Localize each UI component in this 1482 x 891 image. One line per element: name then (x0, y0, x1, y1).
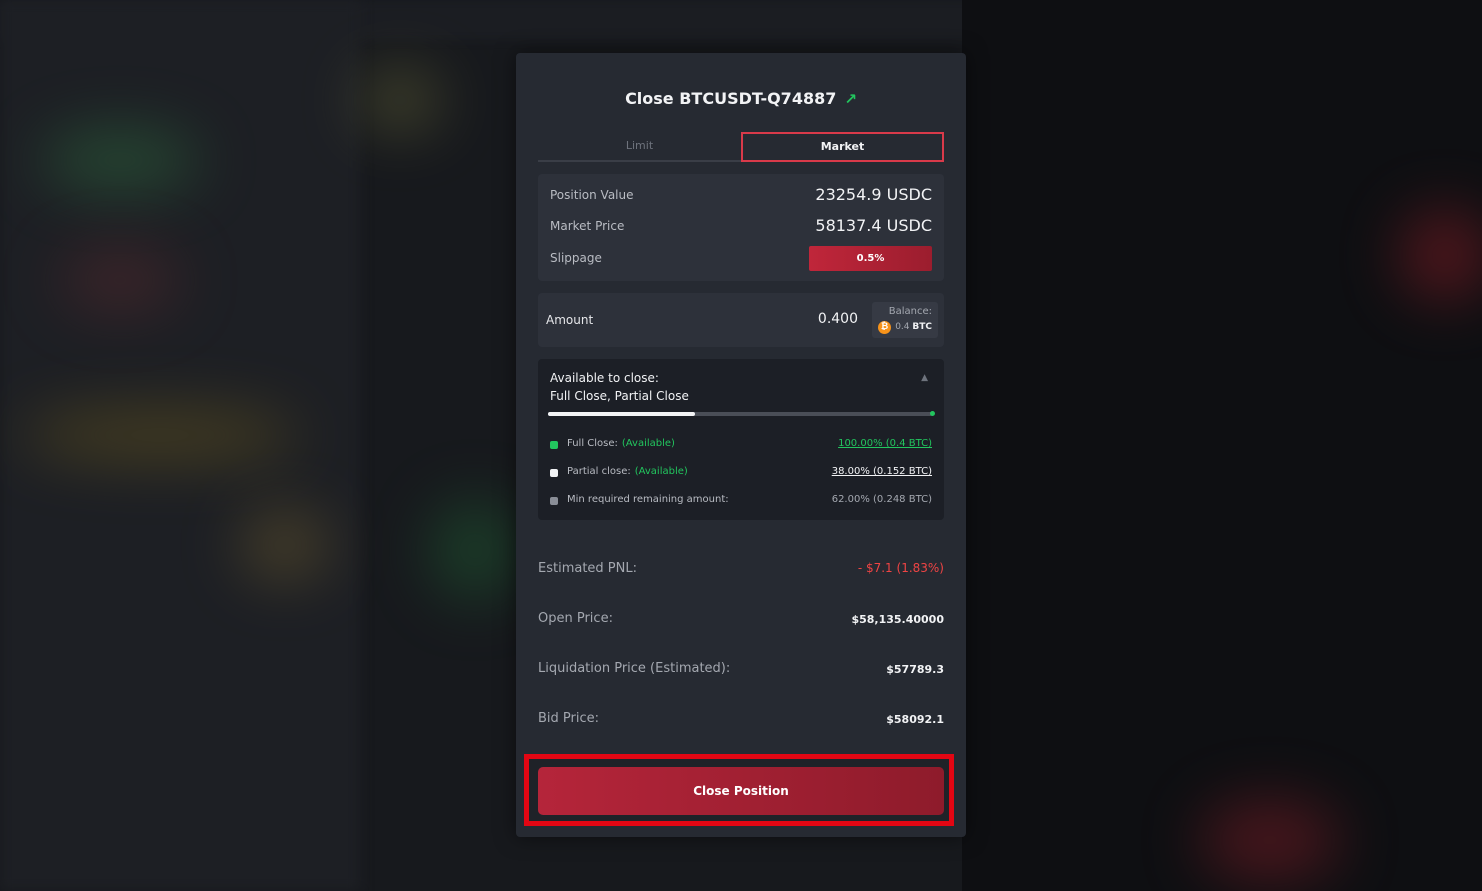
full-close-row: Full Close: (Available) 100.00% (0.4 BTC) (550, 437, 932, 453)
tab-limit[interactable]: Limit (538, 132, 741, 162)
liquidation-price-value: $57789.3 (886, 663, 944, 676)
liquidation-price-label: Liquidation Price (Estimated): (538, 661, 731, 676)
partial-close-status: (Available) (634, 466, 688, 477)
full-close-label-text: Full Close: (567, 438, 618, 449)
partial-close-row: Partial close: (Available) 38.00% (0.152 … (550, 465, 932, 481)
slippage-selector[interactable]: 0.5% (809, 246, 932, 271)
partial-close-label: Partial close: (Available) (567, 466, 688, 477)
bid-price-label: Bid Price: (538, 711, 600, 726)
close-progress-track[interactable] (548, 411, 935, 416)
min-remaining-row: Min required remaining amount: 62.00% (0… (550, 493, 932, 509)
balance-label: Balance: (888, 306, 932, 317)
partial-close-label-text: Partial close: (567, 466, 631, 477)
close-position-button[interactable]: Close Position (538, 767, 944, 815)
order-type-tabs: Limit Market (538, 132, 944, 162)
amount-box: Amount 0.400 Balance: ₿ 0.4 BTC (538, 293, 944, 347)
white-square-icon (550, 469, 558, 477)
position-value: 23254.9 USDC (815, 185, 932, 204)
open-price-value: $58,135.40000 (851, 613, 944, 626)
available-title: Available to close: Full Close, Partial … (550, 369, 689, 405)
position-value-label: Position Value (550, 188, 634, 202)
green-square-icon (550, 441, 558, 449)
modal-title: Close BTCUSDT-Q74887 ↗ (516, 89, 966, 108)
balance-amount-value: 0.4 (895, 322, 910, 332)
balance-amount: 0.4 BTC (895, 322, 932, 332)
trend-up-icon: ↗ (844, 90, 857, 108)
balance-chip: Balance: ₿ 0.4 BTC (872, 302, 938, 338)
bid-price-value: $58092.1 (886, 713, 944, 726)
market-price-label: Market Price (550, 219, 625, 233)
open-price-label: Open Price: (538, 611, 613, 626)
estimated-pnl-value: - $7.1 (1.83%) (857, 561, 944, 575)
available-subtitle: Full Close, Partial Close (550, 389, 689, 403)
tab-market[interactable]: Market (741, 132, 944, 162)
chevron-up-icon[interactable]: ▲ (921, 373, 928, 383)
market-price: 58137.4 USDC (815, 216, 932, 235)
estimated-pnl-label: Estimated PNL: (538, 561, 637, 576)
full-close-label: Full Close: (Available) (567, 438, 675, 449)
balance-unit: BTC (912, 322, 932, 332)
partial-close-value[interactable]: 38.00% (0.152 BTC) (832, 466, 932, 477)
available-to-close-box: Available to close: Full Close, Partial … (538, 359, 944, 520)
slippage-label: Slippage (550, 251, 602, 265)
position-info-box: Position Value 23254.9 USDC Market Price… (538, 174, 944, 281)
min-remaining-label: Min required remaining amount: (567, 494, 729, 505)
amount-label: Amount (546, 313, 594, 327)
amount-input[interactable]: 0.400 (788, 311, 858, 327)
close-progress-fill (548, 412, 695, 416)
progress-end-dot (930, 411, 935, 416)
min-remaining-value: 62.00% (0.248 BTC) (831, 494, 932, 505)
available-title-text: Available to close: (550, 371, 659, 385)
full-close-status: (Available) (621, 438, 675, 449)
modal-title-text: Close BTCUSDT-Q74887 (625, 89, 837, 108)
grey-square-icon (550, 497, 558, 505)
bitcoin-icon: ₿ (878, 321, 891, 334)
close-position-modal: Close BTCUSDT-Q74887 ↗ Limit Market Posit… (516, 53, 966, 837)
full-close-value[interactable]: 100.00% (0.4 BTC) (838, 438, 932, 449)
